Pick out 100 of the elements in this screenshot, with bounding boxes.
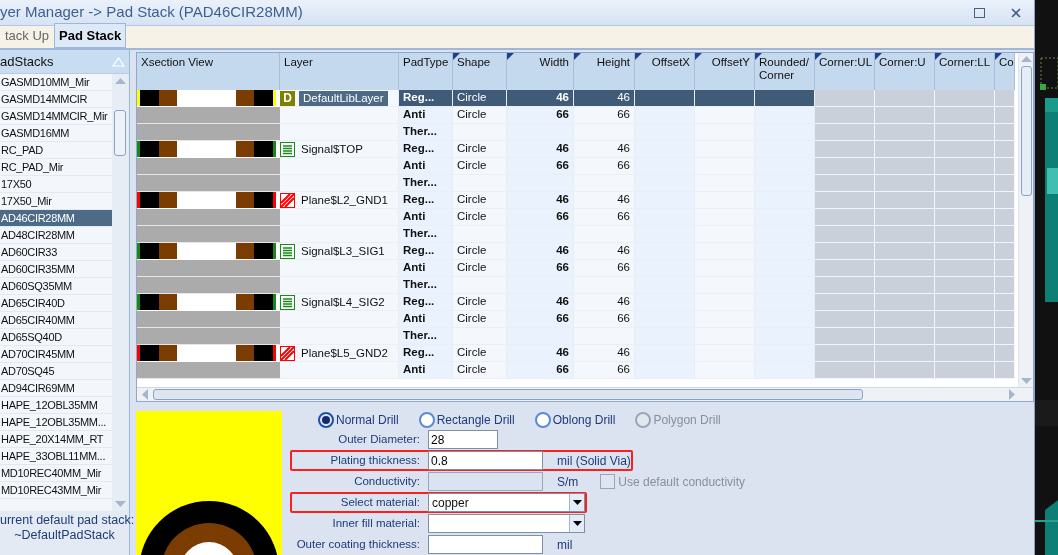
table-cell: Circle: [453, 362, 507, 379]
table-cell: Ther...: [399, 124, 453, 141]
table-cell: [935, 209, 995, 226]
field-label: Outer coating thickness:: [295, 537, 420, 552]
table-cell: Ther...: [399, 277, 453, 294]
scroll-down-icon[interactable]: [1020, 378, 1032, 384]
maximize-icon[interactable]: [974, 7, 985, 18]
table-cell: [695, 362, 755, 379]
table-cell: Reg...: [399, 192, 453, 209]
corner-mark-icon: [695, 53, 702, 60]
table-cell: [935, 260, 995, 277]
table-cell: [995, 294, 1015, 311]
scrollbar-thumb[interactable]: [153, 389, 863, 400]
table-cell: Reg...: [399, 294, 453, 311]
table-cell: Anti: [399, 311, 453, 328]
close-icon[interactable]: [1011, 7, 1021, 18]
table-cell: [995, 158, 1015, 175]
table-cell: [935, 90, 995, 107]
table-cell: 66: [507, 209, 574, 226]
table-cell: Circle: [453, 311, 507, 328]
input-field[interactable]: 0.8: [428, 451, 543, 470]
scroll-right-icon[interactable]: [1009, 389, 1015, 400]
table-cell: Circle: [453, 260, 507, 277]
dropdown[interactable]: copper: [428, 493, 585, 512]
table-cell: [755, 209, 815, 226]
layer-name: DefaultLibLayer: [299, 90, 388, 106]
table-cell: [875, 158, 935, 175]
table-cell: Reg...: [399, 141, 453, 158]
scrollbar-thumb[interactable]: [114, 109, 126, 156]
table-cell: 66: [574, 107, 635, 124]
table-cell: [875, 328, 935, 345]
tab[interactable]: tack Up: [0, 22, 55, 48]
table-cell: [875, 294, 935, 311]
drill-type-radio[interactable]: Normal Drill: [318, 411, 399, 429]
table-cell: 46: [574, 243, 635, 260]
corner-mark-icon: [935, 53, 942, 60]
table-cell: [815, 158, 875, 175]
drill-type-radio[interactable]: Oblong Drill: [534, 411, 616, 429]
corner-mark-icon: [755, 53, 762, 60]
layer-name: Signal$TOP: [301, 141, 363, 157]
table-cell: [935, 243, 995, 260]
unit-label: mil: [557, 536, 573, 554]
table-cell: 66: [507, 362, 574, 379]
dropdown[interactable]: [428, 514, 585, 533]
table-cell: [755, 260, 815, 277]
drill-type-radio[interactable]: Rectangle Drill: [418, 411, 515, 429]
table-cell: Ther...: [399, 226, 453, 243]
table-cell: 66: [507, 311, 574, 328]
table-cell: 66: [507, 107, 574, 124]
field-label: Outer Diameter:: [337, 432, 420, 447]
table-cell: [815, 124, 875, 141]
layer-name: Signal$L4_SIG2: [301, 294, 385, 310]
table-cell: [755, 311, 815, 328]
table-cell: [815, 311, 875, 328]
corner-mark-icon: [635, 53, 642, 60]
table-cell: [935, 124, 995, 141]
scroll-up-icon[interactable]: [1020, 56, 1032, 62]
table-cell: 66: [507, 158, 574, 175]
table-cell: [995, 175, 1015, 192]
table-cell: 46: [574, 294, 635, 311]
input-field[interactable]: [428, 535, 543, 554]
table-cell: [815, 328, 875, 345]
table-cell: 66: [507, 260, 574, 277]
sort-icon[interactable]: [112, 56, 125, 67]
table-cell: [755, 277, 815, 294]
scroll-up-icon[interactable]: [114, 78, 126, 84]
table-cell: 46: [574, 345, 635, 362]
table-cell: Circle: [453, 192, 507, 209]
table-cell: [755, 192, 815, 209]
table-cell: [755, 158, 815, 175]
list-item[interactable]: AD46CIR28MM: [0, 210, 112, 227]
table-cell: 66: [574, 260, 635, 277]
input-field[interactable]: 28: [428, 430, 498, 449]
table-cell: [995, 311, 1015, 328]
table-cell: [755, 90, 815, 107]
table-cell: [875, 175, 935, 192]
table-cell: [935, 141, 995, 158]
table-cell: [635, 90, 695, 107]
tab[interactable]: Pad Stack: [54, 22, 127, 48]
table-cell: [755, 362, 815, 379]
table-cell: [875, 124, 935, 141]
scroll-down-icon[interactable]: [114, 501, 126, 507]
table-cell: [875, 260, 935, 277]
table-cell: [815, 345, 875, 362]
table-cell: [815, 260, 875, 277]
table-cell: Anti: [399, 158, 453, 175]
table-cell: [995, 124, 1015, 141]
table-cell: [635, 362, 695, 379]
unit-label: mil (Solid Via): [557, 452, 631, 470]
scroll-left-icon[interactable]: [142, 389, 148, 400]
table-cell: [815, 294, 875, 311]
field-label: Plating thickness:: [329, 453, 420, 468]
layer-name: Signal$L3_SIG1: [301, 243, 385, 259]
table-cell: [995, 260, 1015, 277]
scrollbar-thumb[interactable]: [1020, 66, 1032, 196]
table-cell: [935, 175, 995, 192]
table-cell: Circle: [453, 209, 507, 226]
table-cell: [875, 362, 935, 379]
table-cell: 66: [574, 362, 635, 379]
field-label: Conductivity:: [353, 474, 420, 489]
